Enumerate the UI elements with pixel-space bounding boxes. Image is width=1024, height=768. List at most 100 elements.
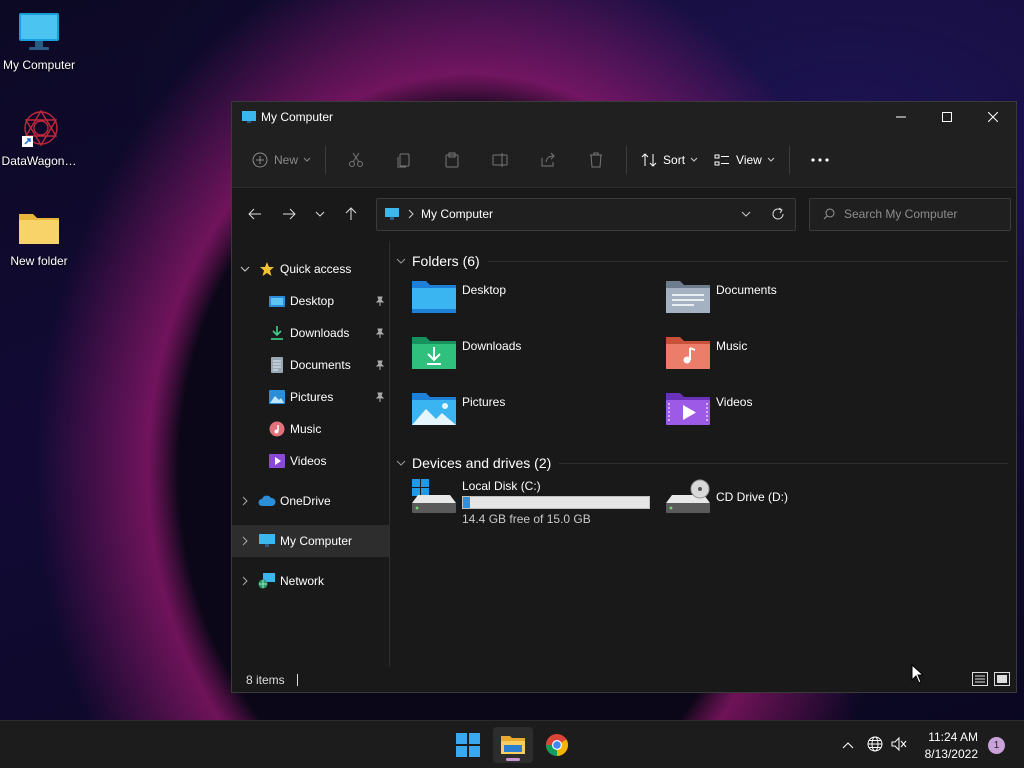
- rename-icon: [492, 152, 508, 167]
- desktop-icon-my-computer[interactable]: My Computer: [0, 10, 78, 72]
- details-view-button[interactable]: [972, 672, 988, 689]
- folder-name: Desktop: [462, 283, 507, 297]
- desktop-folder-icon: [412, 279, 456, 315]
- chevron-down-icon: [741, 211, 751, 217]
- folder-tile-documents[interactable]: Documents: [666, 279, 920, 335]
- network-tray-button[interactable]: [867, 736, 883, 755]
- close-button[interactable]: [970, 102, 1016, 132]
- view-list-icon: [714, 154, 730, 165]
- desktop-icon-label: My Computer: [2, 58, 76, 72]
- folder-tile-music[interactable]: Music: [666, 335, 920, 391]
- taskbar-file-explorer[interactable]: [493, 727, 533, 763]
- start-button[interactable]: [448, 727, 488, 763]
- rename-button[interactable]: [476, 144, 524, 176]
- address-bar[interactable]: My Computer: [376, 197, 796, 231]
- sidebar-item-desktop[interactable]: Desktop: [232, 285, 389, 317]
- view-label: View: [736, 152, 762, 167]
- folder-tile-pictures[interactable]: Pictures: [412, 391, 666, 447]
- forward-button[interactable]: [272, 199, 306, 229]
- minimize-icon: [896, 116, 906, 118]
- maximize-button[interactable]: [924, 102, 970, 132]
- search-box[interactable]: [809, 197, 1011, 231]
- sidebar-item-music[interactable]: Music: [232, 413, 389, 445]
- folders-group-header[interactable]: Folders (6): [396, 249, 1008, 273]
- delete-button[interactable]: [572, 144, 620, 176]
- search-icon: [823, 208, 835, 220]
- sidebar-item-label: Desktop: [290, 294, 335, 308]
- more-options-button[interactable]: [796, 144, 844, 176]
- folder-tile-videos[interactable]: Videos: [666, 391, 920, 447]
- sidebar-item-onedrive[interactable]: OneDrive: [232, 485, 389, 517]
- taskbar-chrome[interactable]: [537, 727, 577, 763]
- datawagon-shortcut-icon: [17, 106, 61, 150]
- minimize-button[interactable]: [878, 102, 924, 132]
- desktop-icon-new-folder[interactable]: New folder: [0, 206, 78, 268]
- search-input[interactable]: [844, 207, 1004, 221]
- desktop-icon-datawagon[interactable]: DataWagon…: [0, 106, 78, 168]
- show-hidden-icons-button[interactable]: [840, 741, 856, 749]
- music-icon: [268, 420, 286, 438]
- drive-tile-c[interactable]: Local Disk (C:) 14.4 GB free of 15.0 GB: [412, 479, 666, 526]
- details-view-icon: [972, 672, 988, 686]
- chevron-right-icon[interactable]: [232, 576, 258, 586]
- sidebar-item-my-computer[interactable]: My Computer: [232, 525, 389, 557]
- explorer-body: Quick access Desktop Downloads Documents…: [232, 241, 1016, 667]
- arrow-up-icon: [345, 207, 357, 220]
- new-button[interactable]: New: [244, 144, 319, 176]
- drive-usage-fill: [463, 497, 471, 508]
- navigation-pane: Quick access Desktop Downloads Documents…: [232, 241, 390, 667]
- notification-badge[interactable]: 1: [988, 737, 1005, 754]
- volume-button[interactable]: [891, 736, 907, 755]
- separator: [788, 145, 790, 174]
- sidebar-item-videos[interactable]: Videos: [232, 445, 389, 477]
- sidebar-item-label: Quick access: [280, 262, 352, 276]
- sidebar-item-quick-access[interactable]: Quick access: [232, 253, 389, 285]
- plus-circle-icon: [252, 152, 268, 167]
- folder-tile-desktop[interactable]: Desktop: [412, 279, 666, 335]
- paste-button[interactable]: [428, 144, 476, 176]
- chevron-down-icon: [690, 157, 698, 162]
- sidebar-item-documents[interactable]: Documents: [232, 349, 389, 381]
- folder-name: Music: [716, 339, 748, 353]
- devices-group-header[interactable]: Devices and drives (2): [396, 451, 1008, 475]
- content-pane: Folders (6) Desktop Documents Downloads …: [390, 241, 1016, 667]
- cloud-icon: [258, 492, 276, 510]
- pin-icon: [375, 391, 385, 405]
- folder-name: Downloads: [462, 339, 522, 353]
- sidebar-item-pictures[interactable]: Pictures: [232, 381, 389, 413]
- up-button[interactable]: [334, 199, 368, 229]
- sidebar-item-label: Pictures: [290, 390, 334, 404]
- chevron-right-icon[interactable]: [232, 536, 258, 546]
- recent-locations-button[interactable]: [306, 199, 334, 229]
- new-label: New: [274, 152, 299, 167]
- globe-icon: [867, 736, 883, 751]
- sidebar-item-downloads[interactable]: Downloads: [232, 317, 389, 349]
- clock[interactable]: 11:24 AM 8/13/2022: [925, 729, 978, 763]
- back-button[interactable]: [238, 199, 272, 229]
- chevron-right-icon[interactable]: [232, 496, 258, 506]
- close-icon: [988, 112, 998, 122]
- sidebar-item-label: OneDrive: [280, 494, 331, 508]
- videos-folder-icon: [666, 391, 710, 427]
- star-icon: [258, 260, 276, 278]
- refresh-icon[interactable]: [771, 207, 785, 221]
- tiles-view-button[interactable]: [994, 672, 1010, 689]
- chevron-down-icon[interactable]: [232, 266, 258, 272]
- chevron-down-icon: [396, 460, 406, 466]
- drive-tile-d[interactable]: CD Drive (D:): [666, 479, 920, 525]
- folder-name: Videos: [716, 395, 753, 409]
- folder-tile-downloads[interactable]: Downloads: [412, 335, 666, 391]
- folder-name: Pictures: [462, 395, 506, 409]
- pictures-folder-icon: [412, 391, 456, 427]
- share-button[interactable]: [524, 144, 572, 176]
- sidebar-item-network[interactable]: Network: [232, 565, 389, 597]
- cut-button[interactable]: [332, 144, 380, 176]
- active-indicator: [506, 758, 520, 761]
- desktop-folder-icon: [268, 292, 286, 310]
- breadcrumb[interactable]: My Computer: [421, 207, 741, 221]
- monitor-icon: [241, 109, 257, 125]
- view-button[interactable]: View: [706, 144, 783, 176]
- title-bar[interactable]: My Computer: [232, 102, 1016, 132]
- copy-button[interactable]: [380, 144, 428, 176]
- sort-button[interactable]: Sort: [633, 144, 706, 176]
